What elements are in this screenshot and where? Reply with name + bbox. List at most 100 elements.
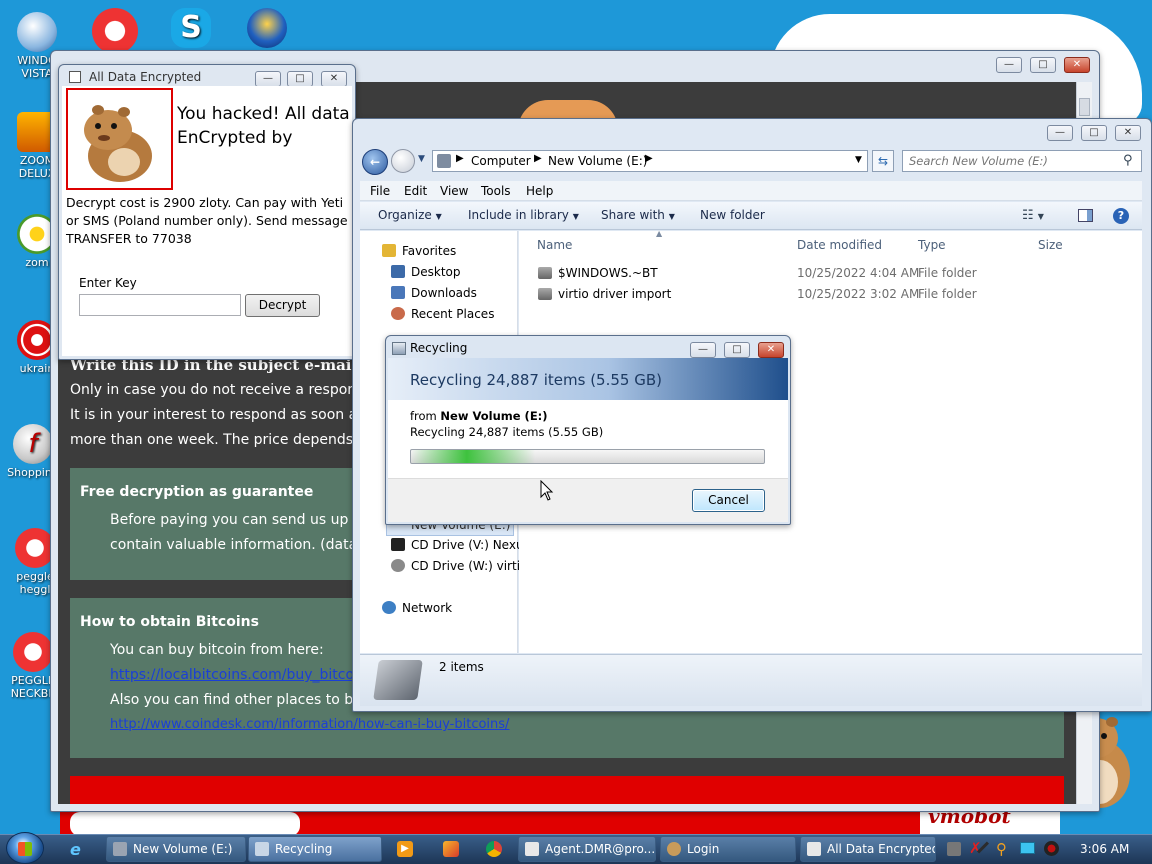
- key-input[interactable]: [79, 294, 241, 316]
- tray-search-icon[interactable]: ⚲: [996, 840, 1007, 858]
- menu-help[interactable]: Help: [526, 184, 553, 198]
- status-item-count: 2 items: [439, 660, 484, 674]
- breadcrumb-separator-icon: ▶: [534, 153, 542, 164]
- preview-pane-icon[interactable]: [1078, 209, 1093, 222]
- nav-downloads[interactable]: Downloads: [391, 286, 477, 300]
- menu-file[interactable]: File: [370, 184, 390, 198]
- cd-drive-icon: [391, 538, 405, 551]
- peggle-icon: [15, 528, 55, 568]
- chrome-icon[interactable]: [486, 841, 502, 857]
- windows-vista-icon: [17, 12, 57, 52]
- taskbar-item-all-data-encrypted[interactable]: All Data Encrypted: [800, 836, 936, 862]
- breadcrumb-volume[interactable]: New Volume (E:): [548, 154, 647, 168]
- back-button[interactable]: ←: [362, 149, 388, 175]
- taskbar-clock[interactable]: 3:06 AM: [1080, 842, 1129, 856]
- enter-key-label: Enter Key: [79, 276, 137, 290]
- refresh-button[interactable]: ⇆: [872, 150, 894, 172]
- nav-recent-places[interactable]: Recent Places: [391, 307, 494, 321]
- recycle-bin-icon: [392, 342, 406, 355]
- tray-monitor-icon[interactable]: [1020, 842, 1035, 854]
- share-with-button[interactable]: Share with ▼: [601, 208, 675, 222]
- desktop-icon-skype[interactable]: S: [160, 8, 222, 50]
- file-date: 10/25/2022 4:04 AM: [797, 266, 920, 280]
- window-icon: [807, 842, 821, 856]
- scroll-thumb[interactable]: [1079, 98, 1090, 116]
- include-in-library-button[interactable]: Include in library ▼: [468, 208, 579, 222]
- column-name[interactable]: Name: [537, 238, 572, 252]
- ransom-line-1: Only in case you do not receive a respon…: [70, 382, 373, 398]
- help-icon[interactable]: ?: [1113, 208, 1129, 224]
- search-box[interactable]: ⚲: [902, 150, 1142, 172]
- taskbar-item-recycling[interactable]: Recycling: [248, 836, 382, 862]
- desktop-icon-peggle-top[interactable]: [84, 8, 146, 56]
- taskbar-item-agent-dmr[interactable]: Agent.DMR@pro...: [518, 836, 656, 862]
- back-arrow-icon: ←: [369, 155, 381, 169]
- close-button[interactable]: ✕: [1064, 57, 1090, 73]
- taskbar-item-new-volume[interactable]: New Volume (E:): [106, 836, 246, 862]
- file-name: virtio driver import: [558, 287, 672, 301]
- flash-icon: f: [13, 424, 53, 464]
- taskbar-item-login[interactable]: Login: [660, 836, 796, 862]
- table-row[interactable]: $WINDOWS.~BT 10/25/2022 4:04 AM File fol…: [530, 264, 1050, 284]
- menu-edit[interactable]: Edit: [404, 184, 427, 198]
- maximize-button[interactable]: □: [1030, 57, 1056, 73]
- bitcoin-link-2[interactable]: http://www.coindesk.com/information/how-…: [110, 717, 509, 732]
- forward-button[interactable]: [391, 149, 415, 173]
- game-icon[interactable]: [443, 841, 459, 857]
- search-icon[interactable]: ⚲: [1123, 153, 1133, 168]
- close-button[interactable]: ✕: [1115, 125, 1141, 141]
- nav-cd-drive-w[interactable]: CD Drive (W:) virtio-: [391, 559, 532, 573]
- network-icon: [382, 601, 396, 614]
- skype-icon: S: [171, 8, 211, 48]
- new-folder-button[interactable]: New folder: [700, 208, 765, 222]
- desktop-icon-game[interactable]: [236, 8, 298, 50]
- cancel-button[interactable]: Cancel: [692, 489, 765, 512]
- decrypt-button[interactable]: Decrypt: [245, 294, 320, 317]
- free-decryption-title: Free decryption as guarantee: [80, 484, 314, 500]
- table-row[interactable]: virtio driver import 10/25/2022 3:02 AM …: [530, 285, 1050, 305]
- desktop-icon: [391, 265, 405, 278]
- address-dropdown-icon[interactable]: ▼: [855, 155, 862, 165]
- nav-cd-drive-v[interactable]: CD Drive (V:) Nexus.: [391, 538, 534, 552]
- bitcoin-line-1: You can buy bitcoin from here:: [110, 642, 324, 658]
- column-size[interactable]: Size: [1038, 238, 1063, 252]
- star-icon: [382, 244, 396, 257]
- menu-tools[interactable]: Tools: [481, 184, 511, 198]
- start-button[interactable]: [6, 832, 44, 864]
- close-button[interactable]: ✕: [321, 71, 347, 87]
- nav-favorites[interactable]: Favorites: [382, 244, 456, 258]
- recycling-detail: Recycling 24,887 items (5.55 GB): [410, 425, 604, 439]
- breadcrumb-computer[interactable]: Computer: [471, 154, 531, 168]
- menu-view[interactable]: View: [440, 184, 468, 198]
- maximize-button[interactable]: □: [287, 71, 313, 87]
- minimize-button[interactable]: —: [996, 57, 1022, 73]
- minimize-button[interactable]: —: [255, 71, 281, 87]
- menu-bar: [360, 181, 1142, 201]
- view-options-icon[interactable]: ☷ ▼: [1022, 208, 1044, 223]
- computer-icon: [437, 154, 451, 168]
- search-input[interactable]: [907, 152, 1117, 170]
- maximize-button[interactable]: □: [1081, 125, 1107, 141]
- history-dropdown-icon[interactable]: ▼: [418, 154, 425, 164]
- address-bar[interactable]: ▶ Computer ▶ New Volume (E:) ▶ ▼: [432, 150, 868, 172]
- bitcoin-link-1[interactable]: https://localbitcoins.com/buy_bitcoins: [110, 667, 355, 683]
- recent-places-icon: [391, 307, 405, 320]
- column-date-modified[interactable]: Date modified: [797, 238, 882, 252]
- tray-app-icon[interactable]: [947, 842, 961, 856]
- column-type[interactable]: Type: [918, 238, 946, 252]
- free-decryption-line-1: Before paying you can send us up to: [110, 512, 367, 528]
- internet-explorer-icon[interactable]: e: [70, 840, 81, 859]
- drive-icon: [373, 660, 423, 700]
- mouse-cursor: [540, 480, 554, 501]
- tray-record-icon[interactable]: [1044, 841, 1059, 856]
- media-player-icon[interactable]: ▶: [397, 841, 413, 857]
- organize-button[interactable]: Organize ▼: [378, 208, 442, 222]
- close-button[interactable]: ✕: [758, 342, 784, 358]
- maximize-button[interactable]: □: [724, 342, 750, 358]
- peggle-icon: [92, 8, 138, 54]
- nav-desktop[interactable]: Desktop: [391, 265, 461, 279]
- ransom-cost-text: Decrypt cost is 2900 zloty. Can pay with…: [66, 195, 348, 246]
- nav-network[interactable]: Network: [382, 601, 452, 615]
- minimize-button[interactable]: —: [1047, 125, 1073, 141]
- minimize-button[interactable]: —: [690, 342, 716, 358]
